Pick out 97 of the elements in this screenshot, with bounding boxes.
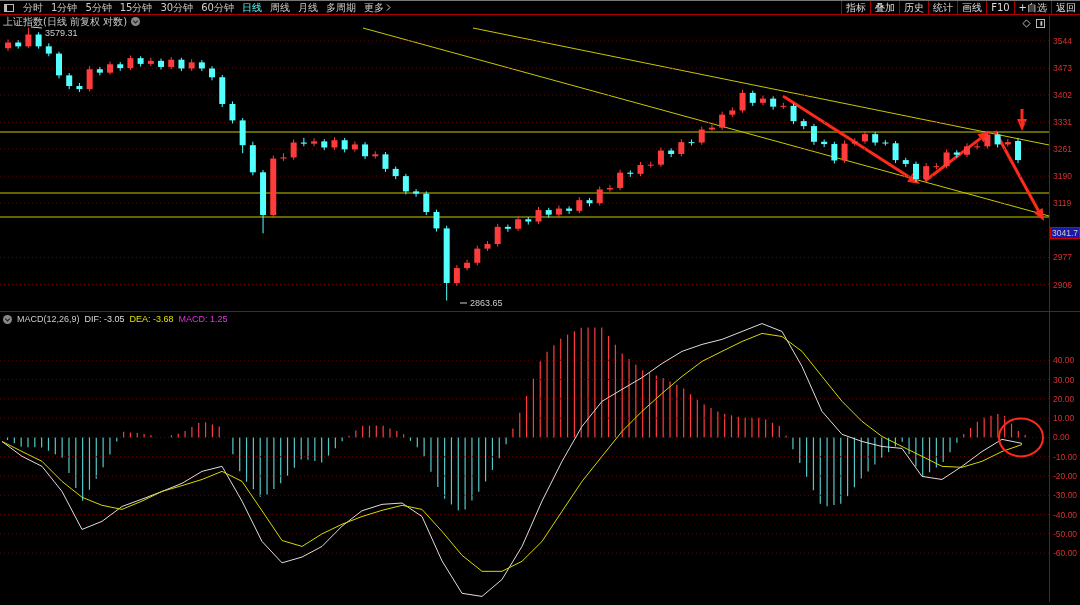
- timeframe-tab[interactable]: 多周期: [321, 1, 360, 14]
- candlestick: [86, 65, 93, 92]
- candlestick: [912, 161, 919, 183]
- macd-value: MACD: 1.25: [178, 314, 228, 324]
- dea-value: DEA: -3.68: [129, 314, 174, 324]
- dropdown-icon[interactable]: [131, 17, 141, 26]
- candlestick: [351, 140, 358, 153]
- axis-label: 3473: [1053, 63, 1072, 74]
- candlestick: [882, 139, 889, 147]
- candlestick: [382, 151, 389, 173]
- sidebar-toggle-icon[interactable]: [4, 3, 14, 12]
- candlestick: [657, 146, 664, 168]
- axis-label: 3331: [1053, 117, 1072, 128]
- toolbar-button[interactable]: F10: [986, 1, 1014, 14]
- low-label: 2863.65: [470, 298, 503, 308]
- candlestick: [596, 185, 603, 206]
- candlestick: [861, 130, 868, 145]
- candlestick: [504, 224, 511, 233]
- candlestick: [759, 95, 766, 106]
- candlestick: [688, 138, 695, 147]
- toolbar-button[interactable]: 历史: [899, 1, 929, 14]
- toolbar-button[interactable]: 画线: [957, 1, 987, 14]
- axis-label: 3261: [1053, 144, 1072, 154]
- candlestick: [719, 111, 726, 131]
- candlestick: [698, 125, 705, 146]
- candlestick: [25, 27, 32, 49]
- timeframe-tab[interactable]: 日线: [237, 1, 266, 14]
- candlestick: [474, 245, 481, 266]
- axis-label: -20.00: [1053, 471, 1078, 481]
- timeframe-tab[interactable]: 5分钟: [81, 1, 116, 14]
- trend-line[interactable]: [362, 27, 1049, 217]
- dif-value: DIF: -3.05: [84, 314, 125, 324]
- candlestick: [464, 259, 471, 271]
- axis-label: 3190: [1053, 171, 1072, 182]
- candlestick: [402, 173, 409, 195]
- candlestick: [494, 223, 501, 248]
- axis-label: -30.00: [1053, 490, 1078, 501]
- axis-label: 3544: [1053, 36, 1072, 46]
- candlestick: [1015, 137, 1021, 164]
- chevron-icon: [385, 4, 391, 11]
- highlight-circle[interactable]: [998, 417, 1044, 458]
- timeframe-tab[interactable]: 分时: [19, 1, 47, 14]
- candlestick: [423, 190, 430, 216]
- toolbar-button[interactable]: 指标: [841, 1, 871, 14]
- toolbar-button[interactable]: 统计: [928, 1, 958, 14]
- candlestick: [617, 169, 624, 191]
- trend-line[interactable]: [472, 27, 1049, 146]
- axis-label: 10.00: [1053, 413, 1075, 424]
- axis-label: -10.00: [1053, 451, 1078, 462]
- candlestick: [453, 264, 460, 287]
- axis-label: 20.00: [1053, 393, 1075, 404]
- axis-label: 30.00: [1053, 374, 1075, 385]
- candlestick: [158, 58, 165, 71]
- candlestick: [290, 138, 297, 161]
- candlestick: [943, 148, 950, 169]
- candlestick: [433, 209, 440, 232]
- timeframe-tab[interactable]: 月线: [293, 1, 322, 14]
- timeframe-tab[interactable]: 60分钟: [197, 1, 238, 14]
- axis-label: -60.00: [1053, 548, 1078, 559]
- dropdown-icon[interactable]: [3, 314, 12, 324]
- axis-label: 2977: [1053, 252, 1072, 263]
- toolbar-button[interactable]: 返回: [1051, 1, 1080, 14]
- axis-label: 2906: [1053, 279, 1072, 290]
- axis-label: 3402: [1053, 90, 1072, 101]
- candlestick: [311, 137, 318, 147]
- candlestick: [413, 188, 420, 198]
- candlestick: [790, 103, 797, 125]
- candlestick: [555, 205, 562, 218]
- arrow[interactable]: [993, 130, 1044, 221]
- panel-icon[interactable]: [1036, 19, 1045, 28]
- axis-label: -50.00: [1053, 528, 1078, 539]
- indicator-name: MACD(12,26,9): [17, 314, 80, 324]
- candlestick: [892, 140, 899, 164]
- timeframe-tab[interactable]: 更多: [359, 1, 395, 14]
- current-price-label: 3041.7: [1050, 226, 1080, 239]
- timeframe-tab[interactable]: 周线: [265, 1, 294, 14]
- axis-label: -40.00: [1053, 509, 1078, 520]
- toolbar-button[interactable]: 叠加: [870, 1, 900, 14]
- toolbar-button[interactable]: +自选: [1013, 1, 1051, 14]
- chart-title: 上证指数(日线 前复权 对数): [3, 16, 128, 27]
- arrow[interactable]: [782, 94, 920, 184]
- diamond-icon[interactable]: [1022, 19, 1031, 28]
- candlestick: [810, 123, 817, 146]
- candlestick: [841, 140, 848, 164]
- axis-label: 0.00: [1053, 432, 1070, 443]
- high-label: 3579.31: [44, 28, 79, 38]
- candlestick: [56, 51, 63, 79]
- axis-label: 3119: [1053, 198, 1072, 209]
- axis-label: 40.00: [1053, 355, 1075, 366]
- timeframe-tab[interactable]: 30分钟: [156, 1, 198, 14]
- candlestick: [739, 89, 746, 114]
- timeframe-tab[interactable]: 1分钟: [47, 1, 82, 14]
- candlestick: [923, 162, 930, 182]
- candlestick: [229, 100, 236, 124]
- candlestick: [708, 124, 715, 132]
- candlestick: [831, 141, 838, 165]
- timeframe-tab[interactable]: 15分钟: [115, 1, 157, 14]
